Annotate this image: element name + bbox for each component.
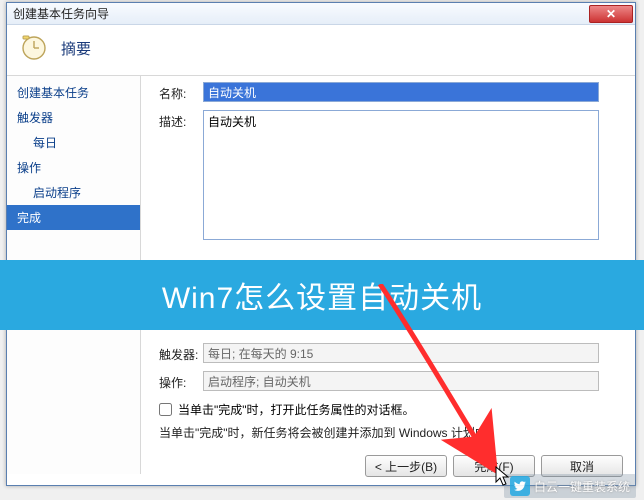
window-title: 创建基本任务向导 bbox=[13, 5, 589, 22]
close-button[interactable]: ✕ bbox=[589, 5, 633, 23]
clock-icon bbox=[21, 35, 47, 61]
open-properties-checkbox[interactable] bbox=[159, 403, 172, 416]
open-properties-row: 当单击"完成"时，打开此任务属性的对话框。 bbox=[159, 401, 623, 418]
trigger-row: 触发器: 每日; 在每天的 9:15 bbox=[159, 343, 623, 363]
titlebar: 创建基本任务向导 ✕ bbox=[7, 3, 635, 25]
action-label: 操作: bbox=[159, 371, 203, 391]
watermark-icon bbox=[510, 476, 530, 496]
watermark-text: 白云一键重装系统 bbox=[534, 478, 630, 495]
action-row: 操作: 启动程序; 自动关机 bbox=[159, 371, 623, 391]
name-input[interactable] bbox=[203, 82, 599, 102]
open-properties-label: 当单击"完成"时，打开此任务属性的对话框。 bbox=[178, 401, 415, 418]
overlay-banner: Win7怎么设置自动关机 bbox=[0, 260, 644, 330]
sidebar-item-5[interactable]: 完成 bbox=[7, 205, 140, 230]
wizard-header: 摘要 bbox=[7, 25, 635, 76]
desc-textarea[interactable]: 自动关机 bbox=[203, 110, 599, 240]
close-icon: ✕ bbox=[606, 7, 616, 21]
lower-panel: 触发器: 每日; 在每天的 9:15 操作: 启动程序; 自动关机 当单击"完成… bbox=[159, 343, 623, 441]
sidebar-item-1[interactable]: 触发器 bbox=[7, 105, 140, 130]
name-label: 名称: bbox=[159, 82, 203, 102]
trigger-label: 触发器: bbox=[159, 343, 203, 363]
sidebar-item-2[interactable]: 每日 bbox=[7, 130, 140, 155]
action-readonly: 启动程序; 自动关机 bbox=[203, 371, 599, 391]
watermark: 白云一键重装系统 bbox=[504, 474, 636, 498]
desc-row: 描述: 自动关机 bbox=[159, 110, 623, 240]
note-text: 当单击"完成"时，新任务将会被创建并添加到 Windows 计划中。 bbox=[159, 424, 623, 441]
wizard-window: 创建基本任务向导 ✕ 摘要 创建基本任务触发器每日操作启动程序完成 名称: 描述… bbox=[6, 2, 636, 486]
desc-label: 描述: bbox=[159, 110, 203, 130]
cursor-icon bbox=[495, 466, 511, 491]
sidebar-item-4[interactable]: 启动程序 bbox=[7, 180, 140, 205]
back-button[interactable]: < 上一步(B) bbox=[365, 455, 447, 477]
page-title: 摘要 bbox=[61, 38, 91, 59]
sidebar-item-0[interactable]: 创建基本任务 bbox=[7, 80, 140, 105]
trigger-readonly: 每日; 在每天的 9:15 bbox=[203, 343, 599, 363]
sidebar-item-3[interactable]: 操作 bbox=[7, 155, 140, 180]
name-row: 名称: bbox=[159, 82, 623, 102]
